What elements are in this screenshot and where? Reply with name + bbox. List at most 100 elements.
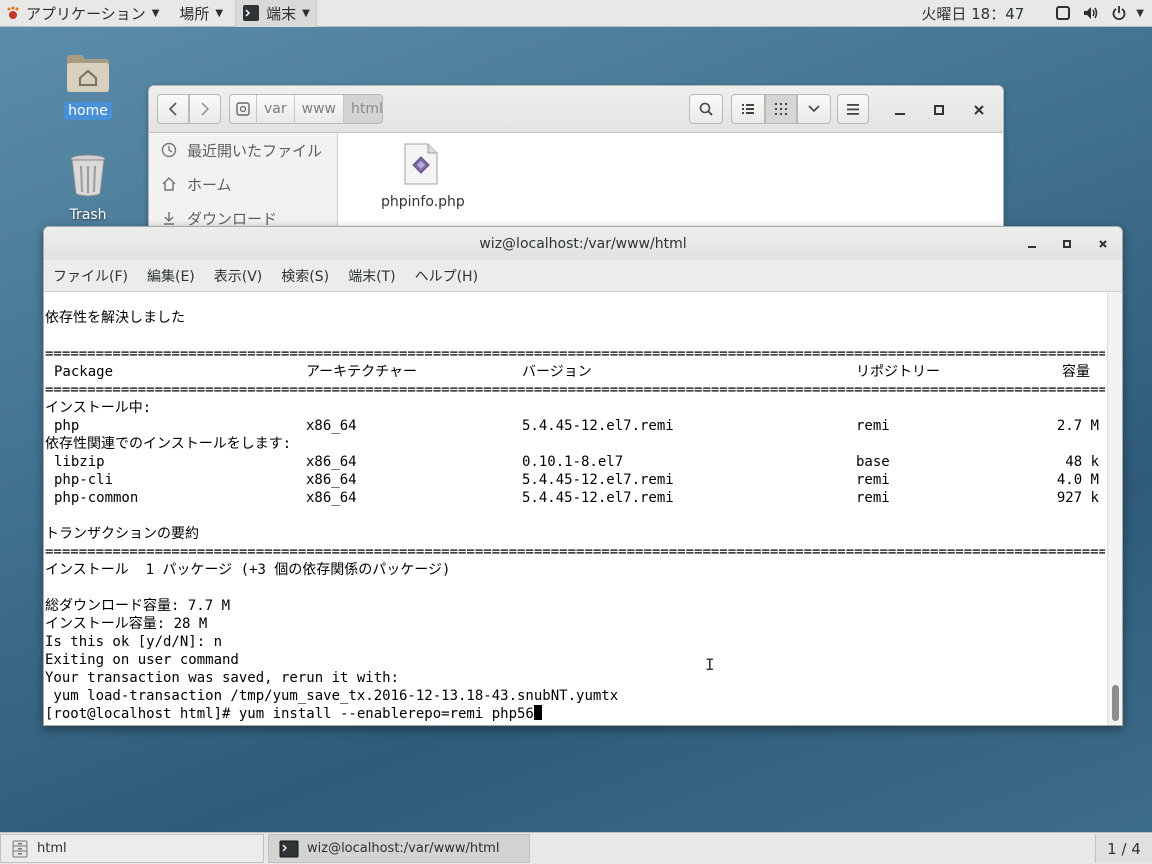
power-icon[interactable] xyxy=(1108,0,1130,27)
maximize-button[interactable] xyxy=(1052,227,1082,260)
pkg-arch: x86_64 xyxy=(306,490,357,506)
command-text: [root@localhost html]# yum install --ena… xyxy=(45,706,534,722)
home-icon xyxy=(162,176,176,191)
desktop-trash[interactable]: Trash xyxy=(53,152,123,224)
minimize-button[interactable] xyxy=(885,93,915,126)
grid-view-button[interactable] xyxy=(765,94,797,124)
trash-icon xyxy=(70,154,106,197)
terminal-line: インストール 1 パッケージ (+3 個の依存関係のパッケージ) xyxy=(45,562,451,578)
chevron-down-icon: ▼ xyxy=(302,7,310,19)
task-label: html xyxy=(37,841,67,856)
drive-icon xyxy=(236,102,250,116)
sidebar-item-label: 最近開いたファイル xyxy=(187,141,323,160)
path-segment[interactable]: var xyxy=(257,95,295,123)
file-name: phpinfo.php xyxy=(381,194,465,210)
pkg-arch: x86_64 xyxy=(306,472,357,488)
sidebar-item-label: ホーム xyxy=(187,175,232,194)
text-cursor xyxy=(533,705,542,720)
terminal-scrollbar[interactable] xyxy=(1107,292,1122,725)
terminal-window: wiz@localhost:/var/www/html ファイル(F) 編集(E… xyxy=(43,226,1123,726)
path-segment[interactable]: www xyxy=(295,95,344,123)
list-icon xyxy=(742,104,754,114)
terminal-line: Exiting on user command xyxy=(45,652,239,668)
terminal-icon xyxy=(243,5,260,21)
search-icon xyxy=(699,102,713,116)
display-icon[interactable] xyxy=(1052,0,1074,27)
pkg-name: php-common xyxy=(54,490,139,506)
file-manager-header: var www html xyxy=(149,86,1003,133)
clock-icon xyxy=(161,142,177,158)
close-button[interactable] xyxy=(1088,227,1118,260)
pkg-size: 927 k xyxy=(1056,490,1099,506)
back-button[interactable] xyxy=(157,94,189,124)
terminal-line: yum load-transaction /tmp/yum_save_tx.20… xyxy=(45,688,619,704)
terminal-titlebar[interactable]: wiz@localhost:/var/www/html xyxy=(44,227,1122,260)
applications-menu[interactable]: アプリケーション ▼ xyxy=(0,0,165,27)
mouse-ibeam-cursor: I xyxy=(705,655,715,674)
home-folder-icon xyxy=(67,55,109,92)
view-options-button[interactable] xyxy=(797,94,831,124)
pkg-version: 0.10.1-8.el7 xyxy=(522,454,624,470)
workspace-indicator[interactable]: 1 / 4 xyxy=(1095,834,1152,863)
app-name: 端末 xyxy=(266,4,297,23)
terminal-line: Your transaction was saved, rerun it wit… xyxy=(45,670,400,686)
menu-terminal[interactable]: 端末(T) xyxy=(345,264,398,288)
pkg-name: php-cli xyxy=(54,472,114,488)
chevron-down-icon xyxy=(808,105,820,113)
places-label: 場所 xyxy=(179,4,210,23)
forward-button[interactable] xyxy=(189,94,221,124)
path-root-button[interactable] xyxy=(230,95,257,123)
chevron-down-icon[interactable]: ▼ xyxy=(1136,8,1144,19)
scrollbar-thumb[interactable] xyxy=(1112,685,1119,721)
sidebar-item-recent[interactable]: 最近開いたファイル xyxy=(149,133,337,167)
volume-icon[interactable] xyxy=(1080,0,1102,27)
header-repo: リポジトリー xyxy=(856,364,940,380)
menu-view[interactable]: 表示(V) xyxy=(211,264,266,288)
grid-icon xyxy=(775,103,787,115)
menu-file[interactable]: ファイル(F) xyxy=(50,264,131,288)
desktop-home[interactable]: home xyxy=(53,52,123,120)
terminal-command-line[interactable]: [root@localhost html]# yum install --ena… xyxy=(45,705,542,723)
applications-label: アプリケーション xyxy=(26,4,146,23)
menu-button[interactable] xyxy=(837,94,869,124)
system-tray: 火曜日 18：47 ▼ xyxy=(921,0,1152,27)
terminal-line: インストール中: xyxy=(45,400,152,416)
pkg-repo: base xyxy=(856,454,890,470)
task-label: wiz@localhost:/var/www/html xyxy=(307,841,500,856)
places-menu[interactable]: 場所 ▼ xyxy=(173,0,229,27)
maximize-icon xyxy=(934,104,944,115)
pkg-size: 2.7 M xyxy=(1056,418,1099,434)
pkg-size: 4.0 M xyxy=(1056,472,1099,488)
list-view-button[interactable] xyxy=(731,94,765,124)
app-menu[interactable]: 端末 ▼ xyxy=(235,0,317,27)
terminal-line: トランザクションの要約 xyxy=(45,526,199,542)
path-segment-current[interactable]: html xyxy=(343,95,382,123)
chevron-down-icon: ▼ xyxy=(151,7,160,19)
terminal-rule: ========================================… xyxy=(45,382,1105,398)
taskbar-item-file-manager[interactable]: html xyxy=(0,834,264,863)
terminal-line: 依存性を解決しました xyxy=(45,310,185,326)
menu-search[interactable]: 検索(S) xyxy=(278,264,332,288)
minimize-button[interactable] xyxy=(1017,227,1047,260)
menu-help[interactable]: ヘルプ(H) xyxy=(412,264,481,288)
pkg-repo: remi xyxy=(856,472,890,488)
desktop-home-label: home xyxy=(64,102,112,120)
clock[interactable]: 火曜日 18：47 xyxy=(921,3,1024,24)
terminal-line: 総ダウンロード容量: 7.7 M xyxy=(45,598,231,614)
sidebar-item-home[interactable]: ホーム xyxy=(149,167,337,201)
window-title: wiz@localhost:/var/www/html xyxy=(479,235,687,252)
taskbar-item-terminal[interactable]: wiz@localhost:/var/www/html xyxy=(268,834,530,863)
menu-edit[interactable]: 編集(E) xyxy=(144,264,198,288)
minimize-icon xyxy=(1028,245,1036,248)
file-item[interactable]: phpinfo.php xyxy=(381,142,465,210)
close-icon xyxy=(1099,239,1107,248)
terminal-icon xyxy=(279,840,299,857)
search-button[interactable] xyxy=(689,94,723,124)
pkg-repo: remi xyxy=(856,418,890,434)
close-button[interactable] xyxy=(964,93,994,126)
pkg-repo: remi xyxy=(856,490,890,506)
terminal-line: インストール容量: 28 M xyxy=(45,616,208,632)
terminal-output[interactable]: 依存性を解決しました =============================… xyxy=(44,292,1108,725)
hamburger-icon xyxy=(847,103,859,115)
maximize-button[interactable] xyxy=(924,93,954,126)
